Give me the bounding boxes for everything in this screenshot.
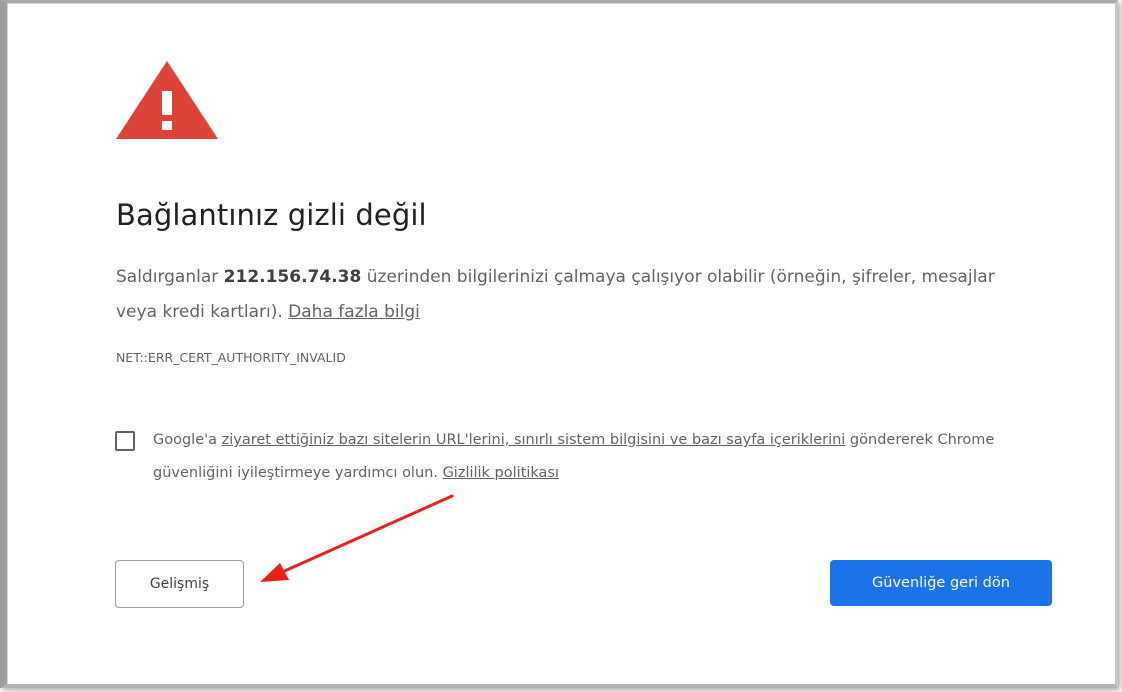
error-code: NET::ERR_CERT_AUTHORITY_INVALID — [116, 350, 346, 365]
opt-in-checkbox[interactable] — [115, 431, 135, 451]
advanced-button[interactable]: Gelişmiş — [115, 560, 244, 608]
privacy-policy-link[interactable]: Gizlilik politikası — [443, 465, 559, 481]
opt-in-prefix: Google'a — [153, 432, 222, 448]
browser-page-frame: Bağlantınız gizli değil Saldırganlar 212… — [0, 0, 1118, 688]
page-title: Bağlantınız gizli değil — [116, 198, 427, 232]
learn-more-link[interactable]: Daha fazla bilgi — [288, 302, 420, 322]
error-explanation: Saldırganlar 212.156.74.38 üzerinden bil… — [116, 260, 1016, 330]
opt-in-label: Google'a ziyaret ettiğiniz bazı siteleri… — [153, 424, 1053, 490]
warning-triangle-icon — [116, 61, 218, 139]
explanation-prefix: Saldırganlar — [116, 267, 224, 287]
back-to-safety-button[interactable]: Güvenliğe geri dön — [830, 560, 1052, 606]
host-address: 212.156.74.38 — [223, 267, 362, 287]
data-details-link[interactable]: ziyaret ettiğiniz bazı sitelerin URL'ler… — [222, 432, 846, 448]
